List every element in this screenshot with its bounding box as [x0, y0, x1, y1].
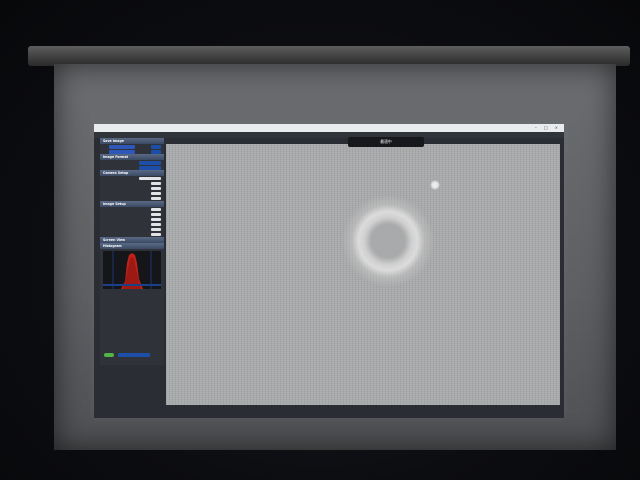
defocused-star-donut — [336, 194, 440, 288]
histogram-graphic — [103, 251, 161, 289]
close-icon[interactable]: × — [555, 125, 558, 130]
bin-select[interactable] — [139, 160, 161, 165]
wb-red-slider[interactable] — [151, 208, 161, 211]
gain-slider[interactable] — [151, 182, 161, 185]
wb-green-slider[interactable] — [151, 213, 161, 216]
temp-slider[interactable] — [151, 197, 161, 200]
save-format-select[interactable] — [151, 144, 161, 149]
save-row — [100, 144, 164, 149]
status-popup: 最適中 — [348, 137, 424, 147]
usb-slider[interactable] — [151, 192, 161, 195]
status-bar — [94, 405, 564, 412]
save-button-2[interactable] — [109, 149, 135, 154]
histogram-chart — [103, 251, 161, 289]
exposure-slider[interactable] — [139, 177, 161, 180]
save-button[interactable] — [109, 144, 135, 149]
window-controls: – □ × — [535, 125, 558, 130]
wb-blue-slider[interactable] — [151, 218, 161, 221]
minimize-icon[interactable]: – — [535, 125, 537, 130]
camera-preview-image — [166, 144, 560, 405]
stretch-controls — [100, 350, 168, 360]
brightness-slider[interactable] — [151, 223, 161, 226]
auto-stretch-button[interactable] — [104, 353, 114, 357]
control-sidebar: Save Image Image Format Camera Setup Ima… — [100, 138, 164, 365]
stretch-mode-select[interactable] — [118, 353, 150, 357]
save-row-2 — [100, 149, 164, 154]
gamma-slider[interactable] — [151, 233, 161, 236]
offset-slider[interactable] — [151, 187, 161, 190]
save-format-select-2[interactable] — [151, 149, 161, 154]
menu-bar — [94, 132, 564, 138]
panel-header-histogram[interactable]: Histogram — [100, 243, 164, 249]
contrast-slider[interactable] — [151, 228, 161, 231]
mode-select[interactable] — [139, 165, 161, 170]
small-star — [430, 180, 440, 190]
projected-camera-app-window: – □ × Save Image Image Format Camera Set… — [94, 124, 564, 418]
room-background: – □ × Save Image Image Format Camera Set… — [0, 0, 640, 480]
window-titlebar: – □ × — [94, 124, 564, 132]
maximize-icon[interactable]: □ — [544, 125, 548, 130]
projector-screen-housing — [28, 46, 630, 66]
